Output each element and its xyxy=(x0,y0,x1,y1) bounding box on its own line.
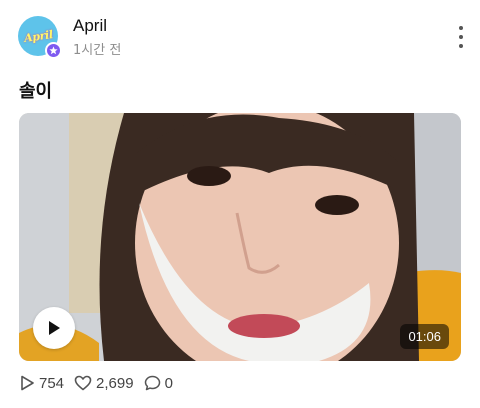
post-title: 솔이 xyxy=(19,81,53,102)
play-outline-icon xyxy=(21,375,34,391)
views-stat[interactable]: 754 xyxy=(19,375,64,392)
comments-stat[interactable]: 0 xyxy=(144,375,173,392)
post-stats: 754 2,699 0 xyxy=(19,373,183,393)
star-badge-icon xyxy=(45,42,62,59)
avatar-logo-text: April xyxy=(22,27,54,45)
comments-count: 0 xyxy=(164,374,173,392)
video-thumbnail xyxy=(19,113,461,361)
likes-stat[interactable]: 2,699 xyxy=(74,375,134,392)
likes-count: 2,699 xyxy=(96,374,134,392)
post-timestamp: 1시간 전 xyxy=(73,43,122,58)
video-player[interactable]: 01:06 xyxy=(19,113,461,361)
play-button[interactable] xyxy=(33,307,75,349)
more-vertical-icon[interactable] xyxy=(456,26,466,48)
views-count: 754 xyxy=(39,374,65,392)
play-icon xyxy=(49,321,60,335)
author-avatar[interactable]: April xyxy=(18,16,62,59)
comment-icon xyxy=(144,375,160,391)
heart-icon xyxy=(74,375,92,391)
author-name[interactable]: April xyxy=(73,16,107,36)
video-duration: 01:06 xyxy=(400,324,449,349)
post-header: April April 1시간 전 xyxy=(0,0,480,70)
